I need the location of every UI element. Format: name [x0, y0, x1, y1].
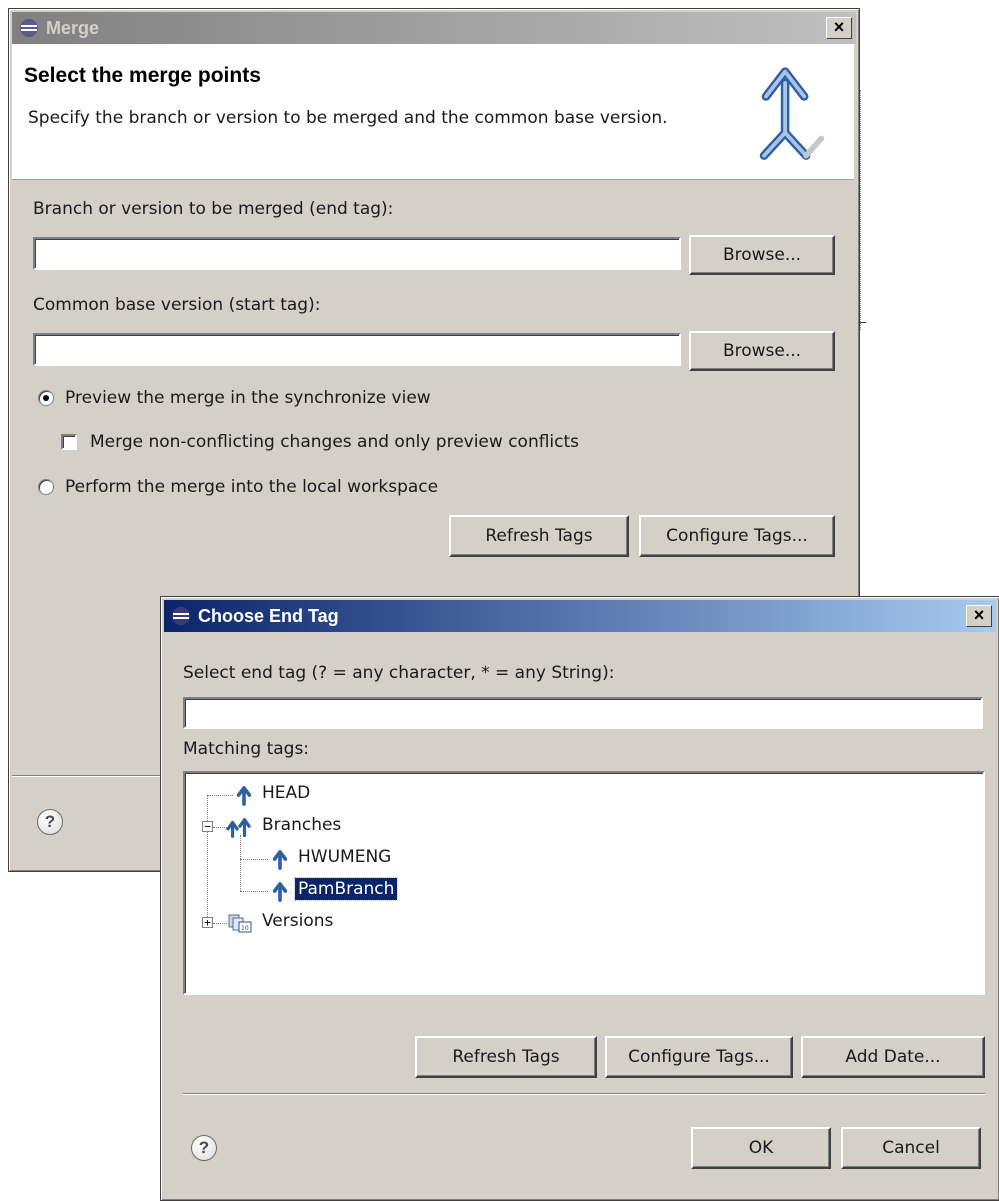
end-tag-browse-button[interactable]: Browse...: [689, 235, 835, 275]
add-date-button[interactable]: Add Date...: [801, 1036, 985, 1078]
tree-item-hwumeng[interactable]: HWUMENG: [295, 846, 394, 868]
preview-radio-label[interactable]: Preview the merge in the synchronize vie…: [65, 388, 431, 408]
tree-item-branches[interactable]: Branches: [259, 814, 344, 836]
matching-tags-tree[interactable]: HEAD − Branches HWUMENG PamBranch + 10 V…: [183, 771, 985, 995]
merge-titlebar[interactable]: Merge ×: [12, 12, 856, 44]
banner-description: Specify the branch or version to be merg…: [28, 108, 668, 128]
end-tag-input[interactable]: [33, 237, 681, 270]
choose-close-button[interactable]: ×: [966, 605, 992, 627]
choose-title: Choose End Tag: [198, 605, 339, 626]
tree-item-versions[interactable]: Versions: [259, 910, 336, 932]
matching-tags-label: Matching tags:: [183, 739, 310, 759]
tag-icon: [236, 786, 252, 806]
tree-item-head[interactable]: HEAD: [259, 782, 313, 804]
cancel-button[interactable]: Cancel: [841, 1127, 981, 1169]
tree-connector: [207, 795, 233, 796]
nonconflict-checkbox-label[interactable]: Merge non-conflicting changes and only p…: [90, 432, 579, 452]
start-tag-label: Common base version (start tag):: [33, 295, 321, 315]
choose-end-tag-dialog: Choose End Tag × Select end tag (? = any…: [160, 596, 999, 1201]
banner-title: Select the merge points: [24, 64, 261, 87]
tree-item-pambranch[interactable]: PamBranch: [293, 877, 399, 901]
merge-wizard-icon: [759, 67, 825, 160]
tree-connector: [240, 859, 268, 860]
merge-close-button[interactable]: ×: [826, 17, 852, 39]
tree-connector: [213, 923, 227, 924]
merge-configure-tags-button[interactable]: Configure Tags...: [639, 515, 835, 557]
eclipse-icon: [20, 19, 38, 37]
branches-icon: [226, 818, 251, 838]
filter-input[interactable]: [183, 697, 983, 729]
preview-radio[interactable]: [38, 390, 54, 406]
versions-icon: 10: [228, 914, 252, 933]
choose-configure-tags-button[interactable]: Configure Tags...: [605, 1036, 793, 1078]
svg-text:10: 10: [241, 925, 249, 932]
merge-title: Merge: [46, 17, 100, 38]
start-tag-input[interactable]: [33, 333, 681, 366]
tree-connector: [240, 891, 268, 892]
choose-titlebar[interactable]: Choose End Tag ×: [164, 600, 996, 632]
eclipse-icon: [172, 607, 190, 625]
branch-icon: [272, 850, 288, 870]
background-edge-marks: [860, 90, 865, 330]
merge-banner: Select the merge points Specify the bran…: [12, 44, 854, 180]
tree-root-connector: [207, 795, 208, 923]
filter-label: Select end tag (? = any character, * = a…: [183, 663, 615, 683]
background-edge-line: [858, 322, 866, 323]
branches-collapse-toggle[interactable]: −: [202, 821, 213, 832]
end-tag-label: Branch or version to be merged (end tag)…: [33, 199, 394, 219]
choose-footer-separator: [183, 1093, 985, 1095]
merge-help-icon[interactable]: ?: [37, 809, 63, 835]
ok-button[interactable]: OK: [691, 1127, 831, 1169]
perform-radio[interactable]: [38, 479, 54, 495]
branch-icon: [272, 882, 288, 902]
choose-help-icon[interactable]: ?: [191, 1135, 217, 1161]
versions-expand-toggle[interactable]: +: [202, 917, 213, 928]
start-tag-browse-button[interactable]: Browse...: [689, 331, 835, 371]
choose-refresh-tags-button[interactable]: Refresh Tags: [415, 1036, 597, 1078]
tree-branch-connector: [240, 835, 241, 891]
nonconflict-checkbox[interactable]: [61, 434, 77, 450]
merge-refresh-tags-button[interactable]: Refresh Tags: [449, 515, 629, 557]
perform-radio-label[interactable]: Perform the merge into the local workspa…: [65, 477, 438, 497]
